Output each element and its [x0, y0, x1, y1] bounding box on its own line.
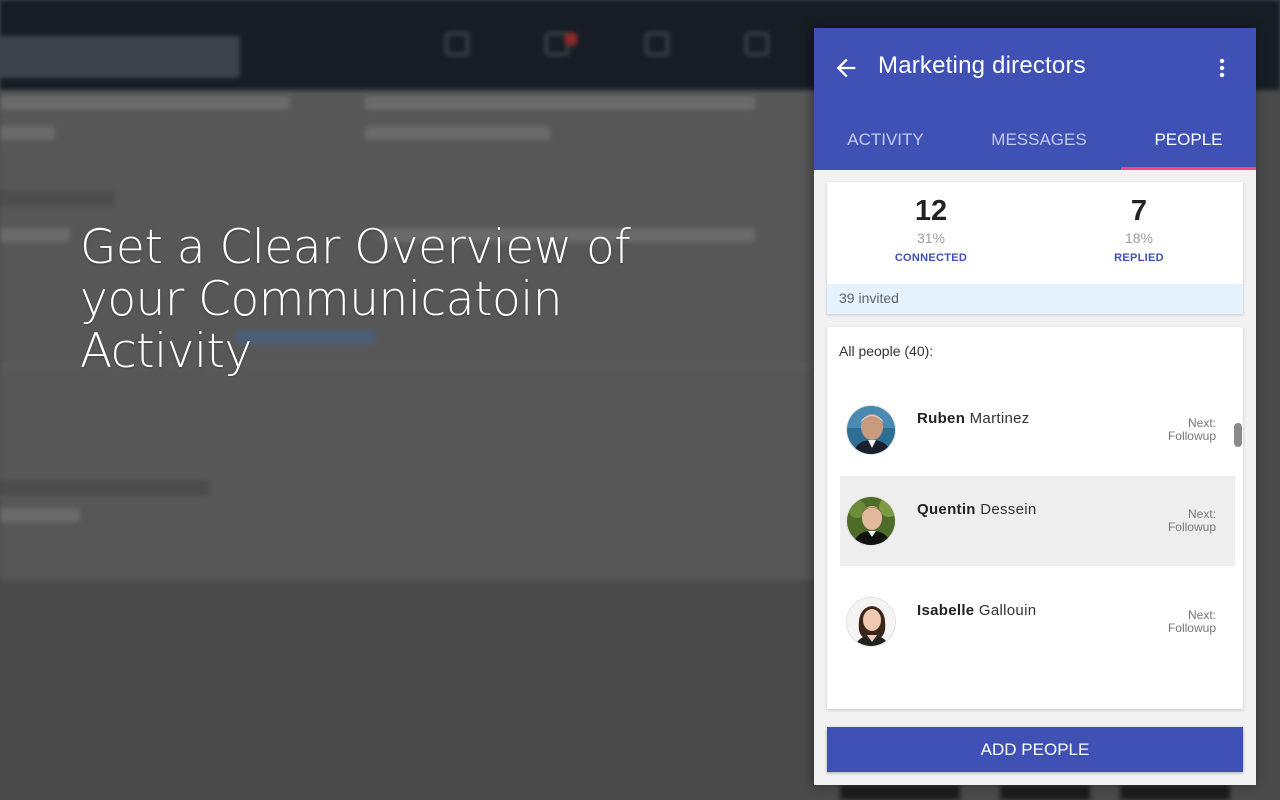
- person-row-quentin[interactable]: Quentin Dessein Next: Followup: [840, 476, 1235, 566]
- background-strip: [840, 785, 960, 800]
- person-name: Isabelle Gallouin: [917, 602, 1037, 619]
- stat-connected: 12 31% CONNECTED: [831, 194, 1031, 264]
- panel-tabs: ACTIVITY MESSAGES PEOPLE: [814, 116, 1256, 170]
- background-nav-item: [512, 32, 602, 82]
- promo-caption: Get a Clear Overview of your Communicato…: [80, 222, 700, 378]
- campaign-panel: Marketing directors ACTIVITY MESSAGES PE…: [814, 28, 1256, 785]
- stat-replied-label: REPLIED: [1114, 252, 1164, 264]
- person-name: Ruben Martinez: [917, 410, 1030, 427]
- people-scrollbar[interactable]: [1234, 423, 1242, 447]
- stats-card: 12 31% CONNECTED 7 18% REPLIED 39 invite…: [827, 182, 1243, 314]
- people-list-card: All people (40): Ruben Martinez Next: Fo…: [827, 327, 1243, 709]
- stat-replied: 7 18% REPLIED: [1039, 194, 1239, 264]
- panel-header: Marketing directors ACTIVITY MESSAGES PE…: [814, 28, 1256, 170]
- panel-title: Marketing directors: [878, 52, 1086, 79]
- person-next-step: Next: Followup: [1167, 608, 1216, 635]
- background-nav-item: [712, 32, 802, 82]
- background-search: [0, 36, 240, 78]
- more-vert-icon[interactable]: [1210, 54, 1234, 82]
- tab-people[interactable]: PEOPLE: [1121, 116, 1256, 170]
- tab-messages[interactable]: MESSAGES: [957, 116, 1121, 170]
- people-heading: All people (40):: [839, 343, 934, 359]
- stat-replied-value: 7: [1130, 195, 1148, 227]
- background-lower: [0, 580, 820, 800]
- stat-connected-label: CONNECTED: [894, 252, 968, 264]
- background-nav-item: [612, 32, 702, 82]
- caption-line-1: Get a Clear Overview of: [80, 220, 631, 275]
- avatar: [846, 597, 896, 647]
- background-strip: [1120, 785, 1230, 800]
- stat-replied-percent: 18%: [1124, 230, 1154, 246]
- avatar: [846, 405, 896, 455]
- person-next-step: Next: Followup: [1167, 507, 1216, 534]
- person-name: Quentin Dessein: [917, 501, 1037, 518]
- tab-activity[interactable]: ACTIVITY: [814, 116, 957, 170]
- person-row-isabelle[interactable]: Isabelle Gallouin Next: Followup: [840, 577, 1235, 667]
- invited-count: 39 invited: [827, 284, 1243, 314]
- add-people-button[interactable]: ADD PEOPLE: [827, 727, 1243, 772]
- avatar: [846, 496, 896, 546]
- caption-line-3: Activity: [80, 324, 252, 379]
- background-nav-item: [412, 32, 502, 82]
- stat-connected-value: 12: [914, 195, 948, 227]
- stat-connected-percent: 31%: [916, 230, 946, 246]
- caption-line-2: your Communicatoin: [80, 272, 563, 327]
- person-next-step: Next: Followup: [1167, 416, 1216, 443]
- person-row-ruben[interactable]: Ruben Martinez Next: Followup: [840, 385, 1235, 475]
- arrow-back-icon[interactable]: [832, 54, 860, 82]
- background-strip: [1000, 785, 1090, 800]
